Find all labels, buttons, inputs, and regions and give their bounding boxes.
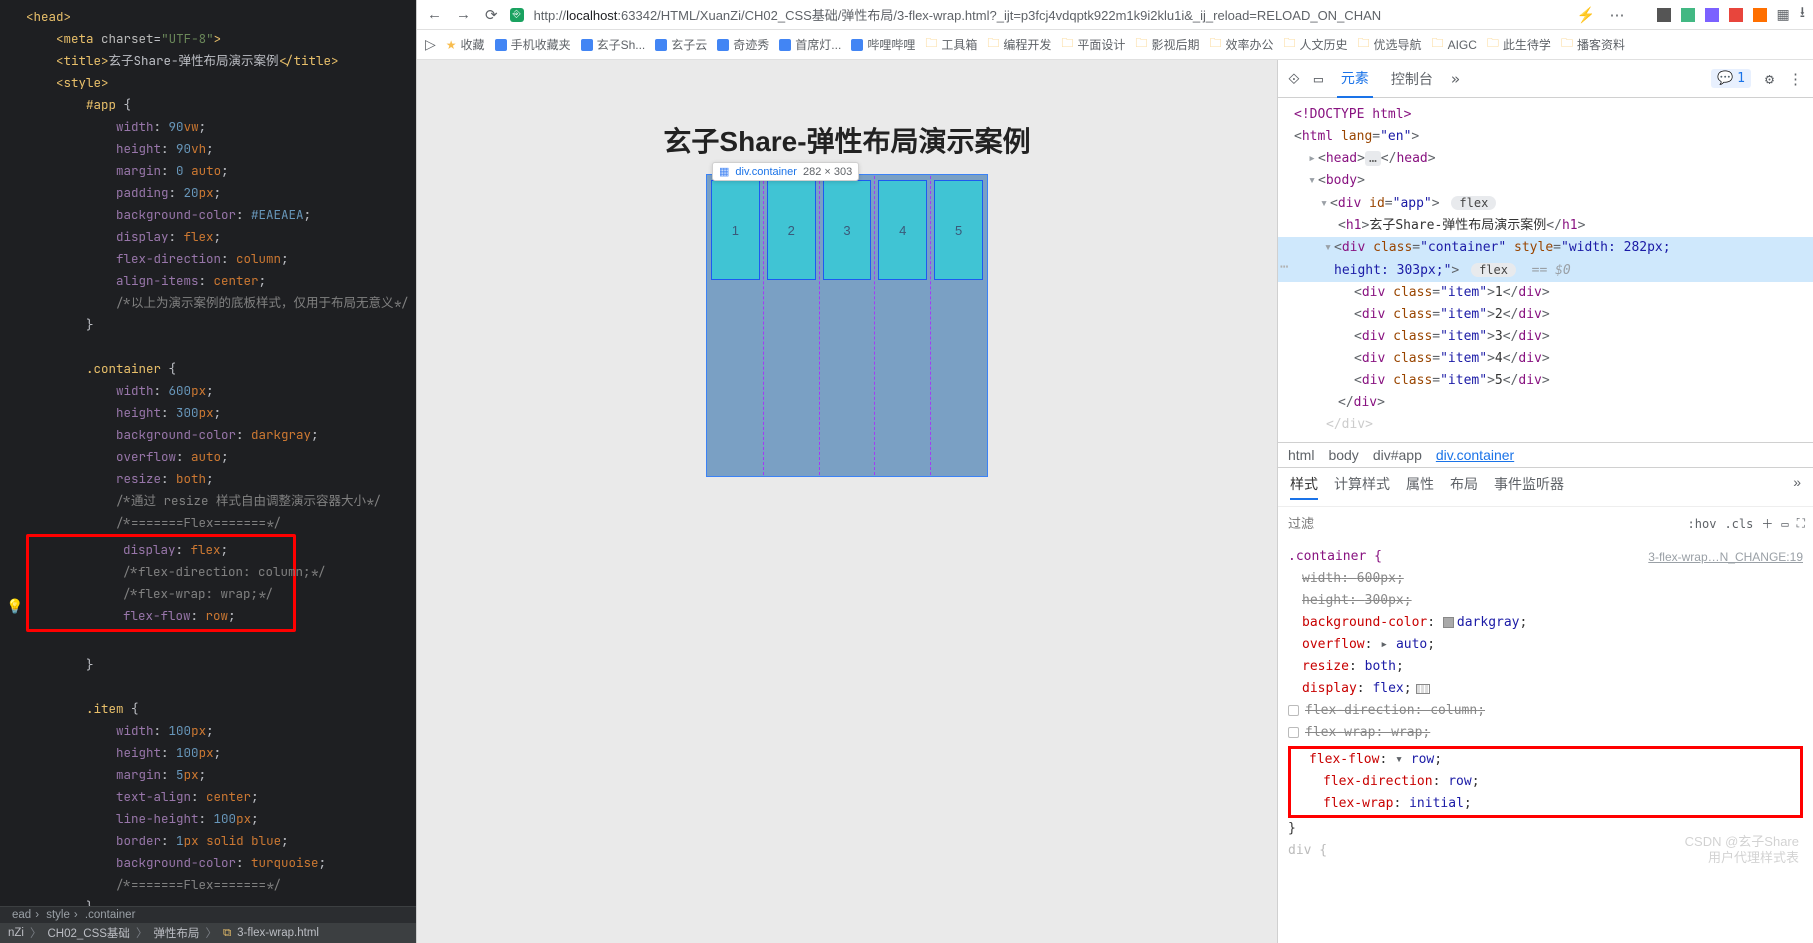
prop-checkbox[interactable] <box>1288 727 1299 738</box>
lock-icon: ⎆ <box>510 8 524 22</box>
styles-pane[interactable]: 3-flex-wrap…N_CHANGE:19 .container { wid… <box>1278 540 1813 872</box>
messages-badge[interactable]: 💬 1 <box>1711 69 1751 88</box>
more-icon[interactable]: ⋯ <box>1608 6 1627 24</box>
bookmark-item[interactable]: 🗀播客资料 <box>1561 34 1625 55</box>
bookmark-item[interactable]: 奇迹秀 <box>717 36 769 53</box>
demo-container[interactable]: 1 2 3 4 5 <box>706 174 988 477</box>
tab-console[interactable]: 控制台 <box>1387 61 1437 97</box>
add-rule-icon[interactable]: ＋ <box>1761 515 1773 532</box>
demo-item: 1 <box>711 180 760 280</box>
bookmark-item[interactable]: 🗀编程开发 <box>987 34 1051 55</box>
bookmark-item[interactable]: 🗀工具箱 <box>925 34 977 55</box>
dom-tree[interactable]: ⋯ <!DOCTYPE html> <html lang="en"> ▸<hea… <box>1278 98 1813 442</box>
source-link[interactable]: 3-flex-wrap…N_CHANGE:19 <box>1648 546 1803 568</box>
ext-icon[interactable] <box>1753 8 1767 22</box>
kebab-icon[interactable]: ⋮ <box>1788 70 1803 88</box>
ext-icon[interactable] <box>1705 8 1719 22</box>
address-bar: ← → ⟳ ⎆ http://localhost:63342/HTML/Xuan… <box>417 0 1813 30</box>
ide-editor[interactable]: 💡 <head> <meta charset="UTF-8"> <title>玄… <box>0 0 416 943</box>
styles-filter: :hov .cls ＋ ▭ ⛶ <box>1278 506 1813 540</box>
bookmark-item[interactable]: 🗀此生待学 <box>1487 34 1551 55</box>
device-icon[interactable]: ▭ <box>1314 70 1323 88</box>
page-view: 玄子Share-弹性布局演示案例 ▦ div.container 282 × 3… <box>417 60 1277 943</box>
bolt-icon[interactable]: ⚡ <box>1575 6 1598 24</box>
context-dots-icon[interactable]: ⋯ <box>1280 256 1288 278</box>
url-field[interactable]: http://localhost:63342/HTML/XuanZi/CH02_… <box>534 5 1565 24</box>
watermark: CSDN @玄子Share用户代理样式表 <box>1685 834 1799 866</box>
more-tabs-icon[interactable]: » <box>1793 474 1801 500</box>
flex-icon: ▦ <box>719 165 729 178</box>
inspect-tooltip: ▦ div.container 282 × 303 <box>712 162 859 181</box>
code-area[interactable]: <head> <meta charset="UTF-8"> <title>玄子S… <box>0 0 416 906</box>
bookmarks-bar[interactable]: ▷ ★收藏手机收藏夹玄子Sh... 玄子云奇迹秀首席灯... 哔哩哔哩 🗀工具箱 🗀编程… <box>417 30 1813 60</box>
run-icon[interactable]: ▷ <box>425 36 436 53</box>
hov-toggle[interactable]: :hov <box>1688 517 1717 531</box>
expand-icon[interactable]: ⛶ <box>1797 516 1805 531</box>
ext-icon[interactable] <box>1657 8 1671 22</box>
demo-item: 4 <box>878 180 927 280</box>
bookmark-item[interactable]: 🗀影视后期 <box>1135 34 1199 55</box>
page-title: 玄子Share-弹性布局演示案例 <box>663 120 1030 160</box>
bookmark-item[interactable]: 手机收藏夹 <box>495 36 571 53</box>
demo-item: 3 <box>823 180 872 280</box>
nav-back-icon[interactable]: ← <box>425 6 444 23</box>
download-icon[interactable]: ⭳ <box>1800 2 1805 27</box>
bookmark-item[interactable]: 首席灯... <box>779 36 841 53</box>
inspect-icon[interactable]: ⟐ <box>1288 70 1300 88</box>
bookmark-item[interactable]: 🗀AIGC <box>1432 34 1477 55</box>
bookmark-item[interactable]: 🗀平面设计 <box>1061 34 1125 55</box>
ide-breadcrumb[interactable]: ead› style› .container <box>0 907 416 923</box>
cls-toggle[interactable]: .cls <box>1724 517 1753 531</box>
devtools: ⟐ ▭ 元素 控制台 » 💬 1 ⚙ ⋮ ⋯ <!DOCTYPE html> <… <box>1277 60 1813 943</box>
more-tabs-icon[interactable]: » <box>1451 70 1460 88</box>
tab-elements[interactable]: 元素 <box>1337 60 1373 98</box>
filter-input[interactable] <box>1286 515 1680 532</box>
bookmark-item[interactable]: 🗀优选导航 <box>1358 34 1422 55</box>
demo-item: 2 <box>767 180 816 280</box>
styles-tabs[interactable]: 样式 计算样式 属性 布局 事件监听器 » <box>1278 467 1813 506</box>
ext-icon[interactable] <box>1729 8 1743 22</box>
nav-reload-icon[interactable]: ⟳ <box>483 6 500 24</box>
dom-breadcrumb[interactable]: html body div#app div.container <box>1278 442 1813 467</box>
bookmark-item[interactable]: 玄子云 <box>655 36 707 53</box>
ext-icon[interactable] <box>1681 8 1695 22</box>
bookmark-item[interactable]: 玄子Sh... <box>581 36 646 53</box>
bookmark-item[interactable]: 哔哩哔哩 <box>851 36 915 53</box>
ide-tabs[interactable]: nZi〉 CH02_CSS基础〉 弹性布局〉 ⧉3-flex-wrap.html <box>0 923 416 943</box>
browser: ← → ⟳ ⎆ http://localhost:63342/HTML/Xuan… <box>416 0 1813 943</box>
flex-editor-icon[interactable] <box>1416 684 1430 694</box>
bookmark-item[interactable]: ★收藏 <box>446 36 485 53</box>
demo-item: 5 <box>934 180 983 280</box>
nav-fwd-icon[interactable]: → <box>454 6 473 23</box>
computed-box-icon[interactable]: ▭ <box>1781 517 1788 531</box>
bookmark-item[interactable]: 🗀人文历史 <box>1283 34 1347 55</box>
prop-checkbox[interactable] <box>1288 705 1299 716</box>
bulb-icon[interactable]: 💡 <box>6 598 23 615</box>
bookmark-item[interactable]: 🗀效率办公 <box>1209 34 1273 55</box>
apps-icon[interactable]: ▦ <box>1777 6 1790 23</box>
gear-icon[interactable]: ⚙ <box>1765 70 1774 88</box>
devtools-toolbar: ⟐ ▭ 元素 控制台 » 💬 1 ⚙ ⋮ <box>1278 60 1813 98</box>
